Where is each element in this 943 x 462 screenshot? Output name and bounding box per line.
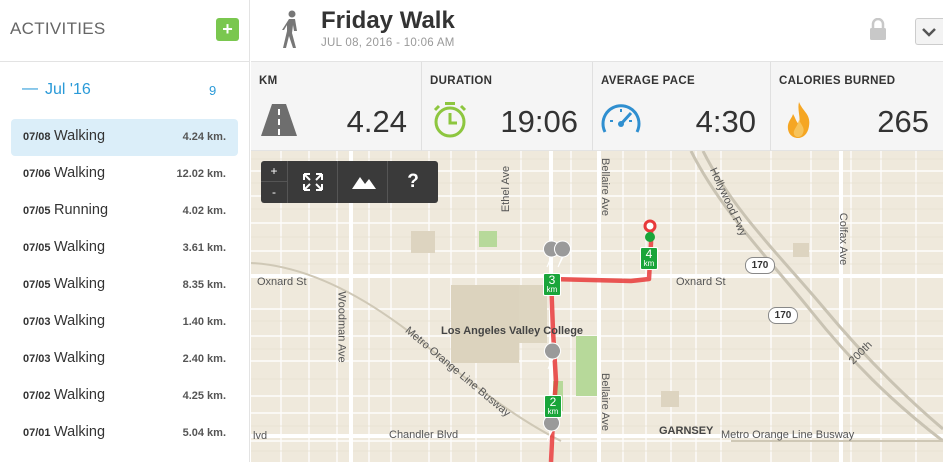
activity-type: Walking — [54, 424, 106, 440]
walking-person-icon — [282, 10, 297, 48]
stat-label: KM — [259, 75, 278, 87]
busway-label: Metro Orange Line Busway — [721, 429, 855, 441]
sidebar-title: ACTIVITIES — [10, 19, 106, 38]
activity-type: Walking — [54, 165, 106, 181]
street-label: Chandler Blvd — [389, 429, 459, 441]
activity-list: 07/08 Walking 4.24 km. 07/06 Walking 12.… — [0, 119, 249, 452]
activity-distance: 2.40 km. — [182, 353, 226, 365]
stat-value: 265 — [877, 104, 929, 139]
activities-sidebar: ACTIVITIES + — Jul '16 9 07/08 Walking 4… — [0, 0, 250, 462]
street-label: lvd — [253, 430, 268, 442]
stats-bar: KM 4.24 DURATION 19:06 AVERAGE PACE 4:30… — [251, 62, 943, 151]
month-group-toggle[interactable]: — Jul '16 9 — [0, 62, 249, 116]
activity-item[interactable]: 07/02 Walking 4.25 km. — [11, 378, 238, 415]
activity-date: 07/05 — [23, 242, 51, 254]
activity-item[interactable]: 07/05 Walking 3.61 km. — [11, 230, 238, 267]
activity-title: Friday Walk — [321, 7, 455, 34]
stat-value: 4.24 — [346, 104, 407, 139]
lock-icon[interactable] — [868, 18, 888, 40]
month-count: 9 — [209, 83, 217, 98]
stat-distance: KM 4.24 — [251, 62, 422, 151]
stat-pace: AVERAGE PACE 4:30 — [593, 62, 771, 151]
street-label: Colfax Ave — [837, 212, 850, 266]
activity-date: 07/03 — [23, 316, 51, 328]
activity-type: Walking — [54, 350, 106, 366]
activity-type: Walking — [54, 128, 106, 144]
activity-datetime: JUL 08, 2016 - 10:06 AM — [321, 37, 455, 49]
activity-item[interactable]: 07/05 Walking 8.35 km. — [11, 267, 238, 304]
fullscreen-button[interactable] — [287, 161, 337, 203]
activity-item[interactable]: 07/05 Running 4.02 km. — [11, 193, 238, 230]
stat-label: AVERAGE PACE — [601, 75, 695, 87]
chevron-down-icon — [922, 28, 936, 37]
activity-distance: 4.02 km. — [182, 205, 226, 217]
activity-distance: 1.40 km. — [182, 316, 226, 328]
expand-icon — [303, 173, 323, 191]
month-label: Jul '16 — [45, 81, 91, 98]
street-label: Oxnard St — [257, 276, 307, 288]
area-label: GARNSEY — [659, 425, 714, 437]
km-marker-unit: km — [546, 285, 558, 294]
help-button[interactable]: ? — [387, 161, 438, 203]
stat-label: CALORIES BURNED — [779, 75, 896, 87]
activity-item[interactable]: 07/06 Walking 12.02 km. — [11, 156, 238, 193]
street-label: Woodman Ave — [335, 291, 348, 363]
speedometer-icon — [601, 104, 641, 133]
activity-distance: 8.35 km. — [182, 279, 226, 291]
activity-date: 07/06 — [23, 168, 51, 180]
activity-item[interactable]: 07/03 Walking 2.40 km. — [11, 341, 238, 378]
activity-distance: 4.25 km. — [182, 390, 226, 402]
activity-date: 07/01 — [23, 427, 51, 439]
km-marker: 4 km — [640, 247, 658, 270]
street-label: Oxnard St — [676, 276, 726, 288]
activity-distance: 12.02 km. — [176, 168, 226, 180]
highway-shield: 170 — [745, 257, 775, 274]
activity-item[interactable]: 07/03 Walking 1.40 km. — [11, 304, 238, 341]
km-marker-unit: km — [547, 407, 559, 416]
km-marker-unit: km — [643, 259, 655, 268]
stopwatch-icon — [433, 102, 467, 138]
street-label: Bellaire Ave — [598, 373, 611, 431]
sidebar-header: ACTIVITIES + — [0, 0, 249, 62]
road-icon — [261, 104, 297, 136]
mountain-icon — [352, 177, 376, 189]
options-dropdown-button[interactable] — [915, 18, 943, 45]
km-marker: 3 km — [543, 273, 561, 296]
street-label: Bellaire Ave — [598, 158, 611, 216]
activity-distance: 3.61 km. — [182, 242, 226, 254]
map-controls: + - ? — [261, 161, 438, 203]
stat-label: DURATION — [430, 75, 493, 87]
zoom-in-button[interactable]: + — [261, 161, 287, 182]
app-root: ACTIVITIES + — Jul '16 9 07/08 Walking 4… — [0, 0, 943, 462]
activity-date: 07/05 — [23, 205, 51, 217]
activity-type: Walking — [54, 387, 106, 403]
stat-value: 4:30 — [695, 104, 756, 139]
zoom-out-button[interactable]: - — [261, 182, 287, 203]
activity-item[interactable]: 07/08 Walking 4.24 km. — [11, 119, 238, 156]
activity-item[interactable]: 07/01 Walking 5.04 km. — [11, 415, 238, 452]
activity-date: 07/05 — [23, 279, 51, 291]
activity-distance: 5.04 km. — [182, 427, 226, 439]
collapse-icon: — — [22, 80, 38, 97]
activity-date: 07/03 — [23, 353, 51, 365]
km-marker: 2 km — [544, 395, 562, 418]
activity-date: 07/02 — [23, 390, 51, 402]
activity-type: Walking — [54, 239, 106, 255]
activity-distance: 4.24 km. — [182, 131, 226, 143]
add-activity-button[interactable]: + — [216, 18, 239, 41]
activity-type: Running — [54, 202, 109, 218]
activity-date: 07/08 — [23, 131, 51, 143]
highway-shield: 170 — [768, 307, 798, 324]
activity-header: Friday Walk JUL 08, 2016 - 10:06 AM — [251, 0, 943, 62]
flame-icon — [787, 102, 810, 138]
stat-duration: DURATION 19:06 — [422, 62, 593, 151]
route-map[interactable]: Oxnard St Oxnard St Woodman Ave Ethel Av… — [251, 151, 943, 462]
activity-type: Walking — [54, 276, 106, 292]
stat-calories: CALORIES BURNED 265 — [771, 62, 943, 151]
terrain-button[interactable] — [337, 161, 387, 203]
stat-value: 19:06 — [500, 104, 578, 139]
street-label: Ethel Ave — [500, 165, 513, 213]
activity-type: Walking — [54, 313, 106, 329]
college-label: Los Angeles Valley College — [441, 325, 584, 337]
